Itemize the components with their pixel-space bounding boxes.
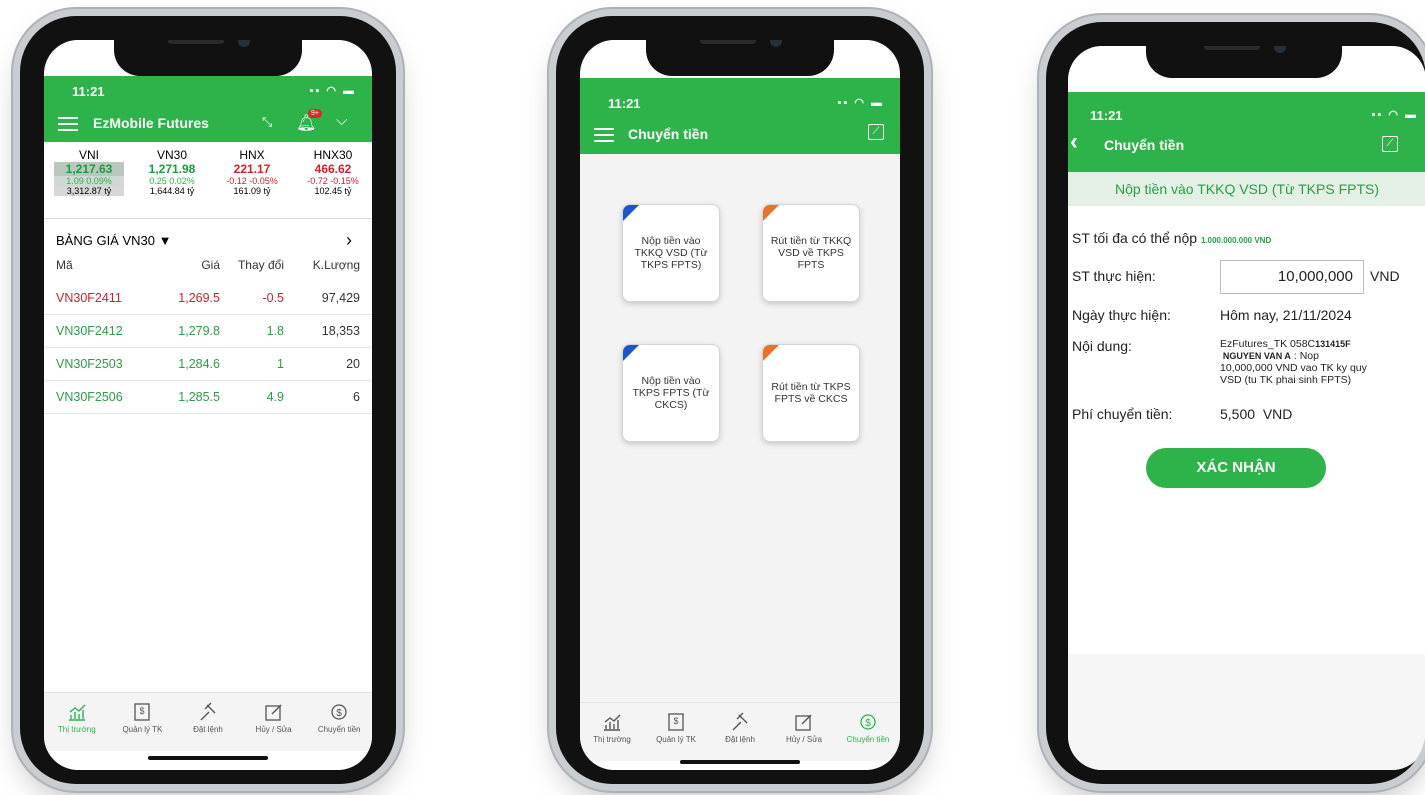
index-strip: VNI 1,217.63 1.09 0.09% 3,312.87 tỷ VN30… [44, 144, 372, 214]
app-header: 11:21 ▪▪ ◠ ▬ EzMobile Futures ⤡ 🔔︎ 9+ ⌵ [44, 76, 372, 142]
table-row[interactable]: VN30F2506 1,285.5 4.9 6 [44, 381, 372, 414]
screen-title: Chuyển tiền [1104, 137, 1185, 153]
chevron-down-icon[interactable]: ⌵ [336, 112, 347, 129]
tab-market[interactable]: Thị trường [44, 693, 110, 751]
divider [44, 218, 372, 219]
tab-bar: Thị trường $ Quản lý TK Đặt lệnh Hủy / Sử… [44, 692, 372, 751]
index-vn30[interactable]: VN30 1,271.98 0.25 0.02% 1,644.84 tỷ [134, 148, 210, 196]
status-icons: ▪▪ ◠ ▬ [309, 85, 356, 97]
svg-text:$: $ [140, 706, 145, 716]
tab-market[interactable]: Thị trường [580, 703, 644, 761]
status-time: 11:21 [72, 84, 105, 99]
tab-account[interactable]: $ Quản lý TK [644, 703, 708, 761]
svg-text:$: $ [673, 716, 678, 726]
app-title: EzMobile Futures [93, 115, 209, 131]
chevron-right-icon[interactable]: › [346, 230, 352, 251]
amount-label: ST thực hiện: [1072, 268, 1156, 284]
svg-text:$: $ [336, 708, 342, 719]
phone-2: 11:21 ▪▪ ◠ ▬ Chuyển tiền ⟋ Nộp tiền vào … [556, 16, 924, 784]
table-row[interactable]: VN30F2412 1,279.8 1.8 18,353 [44, 315, 372, 348]
date-label: Ngày thực hiện: [1072, 307, 1171, 323]
tab-account[interactable]: $ Quản lý TK [110, 693, 176, 751]
index-vni[interactable]: VNI 1,217.63 1.09 0.09% 3,312.87 tỷ [54, 148, 124, 196]
board-title[interactable]: BẢNG GIÁ VN30 ▼ [56, 233, 171, 248]
date-value: Hôm nay, 21/11/2024 [1220, 307, 1352, 323]
content-label: Nội dung: [1072, 338, 1132, 354]
status-icons: ▪▪ ◠ ▬ [837, 97, 884, 109]
tab-bar: Thị trường $ Quản lý TK Đặt lệnh Hủy / Sử… [580, 702, 900, 761]
home-indicator[interactable] [148, 756, 268, 760]
amount-unit: VND [1370, 268, 1400, 284]
fee-value: 5,500 VND [1220, 406, 1293, 422]
transfer-options-area: Nộp tiền vào TKKQ VSD (Từ TKPS FPTS) Rút… [580, 154, 900, 702]
notch [646, 40, 834, 76]
content-value: EzFutures_TK 058C131415F NGUYEN VAN A : … [1220, 338, 1367, 386]
tab-transfer[interactable]: $ Chuyển tiền [306, 693, 372, 751]
form-subtitle: Nộp tiền vào TKKQ VSD (Từ TKPS FPTS) [1068, 172, 1425, 206]
max-amount-line: ST tối đa có thể nộp 1.000.000.000 VND [1072, 230, 1272, 246]
status-time: 11:21 [1090, 108, 1123, 123]
phone-1: 11:21 ▪▪ ◠ ▬ EzMobile Futures ⤡ 🔔︎ 9+ ⌵ … [20, 16, 396, 784]
tab-cancel-edit[interactable]: Hủy / Sửa [772, 703, 836, 761]
notification-badge: 9+ [308, 109, 322, 118]
tab-cancel-edit[interactable]: Hủy / Sửa [241, 693, 307, 751]
app-header: 11:21 ▪▪ ◠ ▬ Chuyển tiền ⟋ [580, 78, 900, 154]
phone-3-screen: 11:21 ▪▪ ◠ ▬ ‹ Chuyển tiền ⟋ Nộp tiền và… [1068, 46, 1425, 770]
status-icons: ▪▪ ◠ ▬ [1371, 109, 1418, 121]
triangle-down-icon: ▼ [158, 233, 172, 248]
confirm-button[interactable]: XÁC NHẬN [1146, 448, 1326, 488]
menu-icon[interactable] [594, 128, 614, 142]
back-arrow-icon[interactable]: ‹ [1070, 130, 1078, 154]
table-row[interactable]: VN30F2411 1,269.5 -0.5 97,429 [44, 282, 372, 315]
svg-text:$: $ [865, 718, 871, 729]
chart-icon[interactable]: ⟋ [868, 124, 884, 140]
screen-title: Chuyển tiền [628, 126, 709, 142]
phone-3: 11:21 ▪▪ ◠ ▬ ‹ Chuyển tiền ⟋ Nộp tiền và… [1046, 22, 1425, 784]
status-time: 11:21 [608, 96, 641, 111]
phone-2-screen: 11:21 ▪▪ ◠ ▬ Chuyển tiền ⟋ Nộp tiền vào … [580, 40, 900, 770]
notch [114, 40, 302, 76]
app-header: 11:21 ▪▪ ◠ ▬ ‹ Chuyển tiền ⟋ [1068, 92, 1425, 172]
tab-transfer[interactable]: $ Chuyển tiền [836, 703, 900, 761]
fee-label: Phí chuyển tiền: [1072, 406, 1173, 422]
card-withdraw-vsd[interactable]: Rút tiền từ TKKQ VSD về TKPS FPTS [762, 204, 860, 302]
card-withdraw-tkps[interactable]: Rút tiền từ TKPS FPTS về CKCS [762, 344, 860, 442]
menu-icon[interactable] [58, 117, 78, 131]
home-indicator[interactable] [680, 760, 800, 764]
card-deposit-vsd[interactable]: Nộp tiền vào TKKQ VSD (Từ TKPS FPTS) [622, 204, 720, 302]
index-hnx[interactable]: HNX 221.17 -0.12 -0.05% 161.09 tỷ [214, 148, 290, 196]
chart-icon[interactable]: ⟋ [1382, 136, 1398, 152]
lower-area [1068, 654, 1425, 770]
card-deposit-tkps[interactable]: Nộp tiền vào TKPS FPTS (Từ CKCS) [622, 344, 720, 442]
table-row[interactable]: VN30F2503 1,284.6 1 20 [44, 348, 372, 381]
tab-order[interactable]: Đặt lệnh [175, 693, 241, 751]
phone-1-screen: 11:21 ▪▪ ◠ ▬ EzMobile Futures ⤡ 🔔︎ 9+ ⌵ … [44, 40, 372, 770]
amount-input[interactable]: 10,000,000 [1220, 260, 1364, 294]
notch [1146, 46, 1342, 78]
tab-order[interactable]: Đặt lệnh [708, 703, 772, 761]
collapse-icon[interactable]: ⤡ [262, 114, 272, 130]
max-amount-value: 1.000.000.000 VND [1200, 236, 1272, 245]
table-header: Mã Giá Thay đổi K.Lượng [56, 258, 360, 272]
index-hnx30[interactable]: HNX30 466.62 -0.72 -0.15% 102.45 tỷ [294, 148, 372, 196]
